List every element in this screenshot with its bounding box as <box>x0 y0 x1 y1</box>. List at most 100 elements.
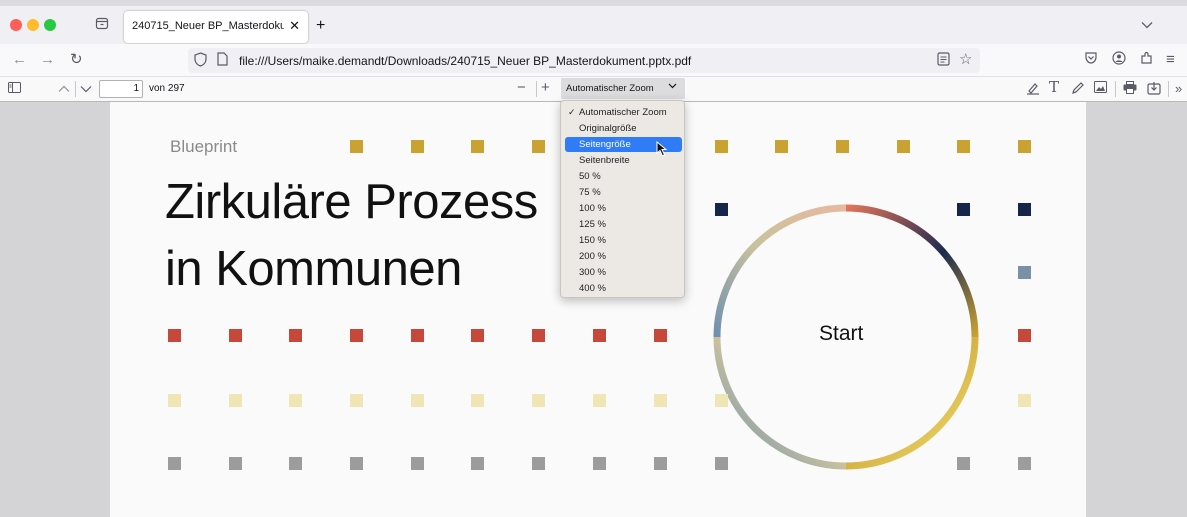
text-tool-icon[interactable]: T <box>1049 79 1059 95</box>
tab-active[interactable]: 240715_Neuer BP_Masterdokument.pptx.pdf … <box>124 11 308 43</box>
toolbar-separator <box>536 81 537 97</box>
zoom-in-icon[interactable]: + <box>541 80 550 96</box>
decorative-square <box>229 329 242 342</box>
zoom-out-icon[interactable]: − <box>517 80 526 96</box>
toolbar-separator <box>1115 81 1116 97</box>
decorative-square <box>411 329 424 342</box>
minimize-window-button[interactable] <box>27 19 39 31</box>
decorative-square <box>289 394 302 407</box>
previous-page-icon[interactable] <box>58 81 70 97</box>
decorative-square <box>1018 140 1031 153</box>
decorative-square <box>1018 203 1031 216</box>
toolbar-separator <box>1168 81 1169 97</box>
zoom-option-label: Originalgröße <box>579 123 637 134</box>
shield-icon[interactable] <box>194 52 207 70</box>
save-icon[interactable] <box>1147 81 1161 99</box>
reader-view-icon[interactable] <box>937 52 950 69</box>
decorative-square <box>1018 266 1031 279</box>
next-page-icon[interactable] <box>80 81 92 97</box>
zoom-window-button[interactable] <box>44 19 56 31</box>
decorative-square <box>715 140 728 153</box>
slide-label: Blueprint <box>170 137 238 156</box>
browser-window: 240715_Neuer BP_Masterdokument.pptx.pdf … <box>0 0 1187 517</box>
url-bar[interactable]: file:///Users/maike.demandt/Downloads/24… <box>188 48 980 73</box>
zoom-option[interactable]: Originalgröße <box>565 121 682 136</box>
more-tools-icon[interactable]: » <box>1175 81 1182 97</box>
draw-icon[interactable] <box>1071 81 1085 99</box>
account-icon[interactable] <box>1112 51 1126 70</box>
zoom-option-label: 75 % <box>579 187 601 198</box>
zoom-option[interactable]: 400 % <box>565 281 682 296</box>
chevron-down-icon[interactable] <box>1141 18 1153 32</box>
zoom-option-label: 125 % <box>579 219 606 230</box>
zoom-option[interactable]: 300 % <box>565 265 682 280</box>
forward-icon[interactable]: → <box>40 51 55 69</box>
tab-strip: 240715_Neuer BP_Masterdokument.pptx.pdf … <box>0 0 1187 44</box>
decorative-square <box>715 457 728 470</box>
decorative-square <box>957 457 970 470</box>
highlight-icon[interactable] <box>1026 81 1040 99</box>
new-tab-button[interactable]: + <box>316 17 325 35</box>
decorative-square <box>593 329 606 342</box>
zoom-option[interactable]: 100 % <box>565 201 682 216</box>
decorative-square <box>715 203 728 216</box>
decorative-square <box>350 394 363 407</box>
zoom-option[interactable]: 200 % <box>565 249 682 264</box>
decorative-square <box>229 457 242 470</box>
zoom-option-label: 100 % <box>579 203 606 214</box>
zoom-dropdown-menu[interactable]: ✓ Automatischer Zoom Originalgröße Seitengr… <box>560 100 685 298</box>
decorative-square <box>654 394 667 407</box>
decorative-square <box>471 457 484 470</box>
tab-list-icon[interactable] <box>94 16 110 32</box>
print-icon[interactable] <box>1123 81 1137 98</box>
decorative-square <box>532 394 545 407</box>
decorative-square <box>289 457 302 470</box>
decorative-square <box>471 394 484 407</box>
menu-icon[interactable]: ≡ <box>1166 51 1175 69</box>
zoom-option-label: 400 % <box>579 283 606 294</box>
reload-icon[interactable]: ↻ <box>70 51 83 69</box>
bookmark-star-icon[interactable]: ☆ <box>959 50 972 68</box>
close-window-button[interactable] <box>10 19 22 31</box>
decorative-square <box>654 329 667 342</box>
decorative-square <box>168 457 181 470</box>
zoom-option[interactable]: ✓ Automatischer Zoom <box>565 105 682 120</box>
decorative-square <box>593 394 606 407</box>
decorative-square <box>350 457 363 470</box>
decorative-square <box>168 394 181 407</box>
zoom-select[interactable]: Automatischer Zoom <box>561 78 685 99</box>
back-icon[interactable]: ← <box>12 51 27 69</box>
decorative-square <box>593 457 606 470</box>
zoom-option[interactable]: 125 % <box>565 217 682 232</box>
zoom-option-label: Automatischer Zoom <box>579 107 667 118</box>
zoom-option-label: 300 % <box>579 267 606 278</box>
url-text[interactable]: file:///Users/maike.demandt/Downloads/24… <box>239 54 691 68</box>
zoom-option-label: 200 % <box>579 251 606 262</box>
checkmark-icon: ✓ <box>568 107 576 117</box>
decorative-square <box>411 394 424 407</box>
slide-title-line-1: Zirkuläre Prozess <box>165 175 538 229</box>
decorative-square <box>471 140 484 153</box>
decorative-square <box>715 394 728 407</box>
tab-title: 240715_Neuer BP_Masterdokument.pptx.pdf <box>132 20 284 32</box>
decorative-square <box>897 140 910 153</box>
pocket-icon[interactable] <box>1084 51 1098 70</box>
zoom-option[interactable]: 50 % <box>565 169 682 184</box>
pdf-viewer[interactable]: Blueprint Zirkuläre Prozess in Kommunen <box>0 100 1187 517</box>
image-icon[interactable] <box>1094 81 1107 97</box>
zoom-option[interactable]: 150 % <box>565 233 682 248</box>
decorative-square <box>775 140 788 153</box>
tab-close-icon[interactable]: ✕ <box>289 18 300 34</box>
decorative-square <box>411 457 424 470</box>
decorative-square <box>957 203 970 216</box>
pdf-toolbar: 1 von 297 − + Automatischer Zoom T » <box>0 77 1187 102</box>
page-number-input[interactable]: 1 <box>99 80 143 98</box>
zoom-option-label: 150 % <box>579 235 606 246</box>
zoom-option[interactable]: 75 % <box>565 185 682 200</box>
decorative-square <box>350 140 363 153</box>
decorative-square <box>1018 329 1031 342</box>
extensions-icon[interactable] <box>1140 51 1154 70</box>
sidebar-toggle-icon[interactable] <box>8 81 21 97</box>
navigation-bar: ← → ↻ file:///Users/maike.demandt/Downlo… <box>0 44 1187 77</box>
decorative-square <box>654 457 667 470</box>
